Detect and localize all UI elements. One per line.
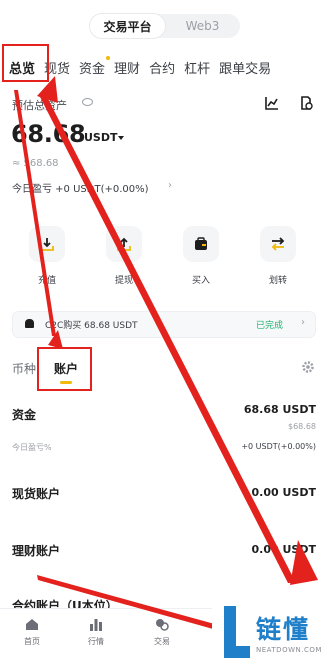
tab-earn[interactable]: 理财: [114, 58, 140, 77]
deposit-button[interactable]: [29, 226, 65, 262]
today-pnl[interactable]: 今日盈亏 +0 USDT(+0.00%): [12, 180, 149, 195]
funds-pnl-value: +0 USDT(+0.00%): [241, 442, 316, 451]
chart-icon[interactable]: [264, 95, 280, 111]
trade-icon: [156, 619, 169, 631]
watermark-domain: NEATDOWN.COM: [256, 646, 322, 654]
gear-icon[interactable]: [301, 360, 315, 374]
notice-text: C2C购买 68.68 USDT: [45, 321, 138, 331]
history-icon[interactable]: [298, 95, 314, 111]
earn-account-label[interactable]: 理财账户: [12, 542, 60, 559]
account-tabs: 总览 现货 资金 理财 合约 杠杆 跟单交易: [0, 50, 328, 84]
nav-home-label: 首页: [24, 637, 40, 646]
spot-account-value: 0.00 USDT: [251, 486, 316, 499]
subtab-coins[interactable]: 币种: [12, 360, 36, 377]
balance-unit-selector[interactable]: USDT: [84, 131, 118, 144]
caret-down-icon[interactable]: [118, 136, 124, 140]
buy-button[interactable]: [183, 226, 219, 262]
nav-market[interactable]: 行情: [76, 618, 116, 647]
tab-copy-trading[interactable]: 跟单交易: [219, 58, 271, 77]
nav-home[interactable]: 首页: [12, 618, 52, 647]
withdraw-button[interactable]: [106, 226, 142, 262]
annotation-box-accounts: [37, 347, 92, 391]
transfer-icon: [271, 237, 285, 251]
tab-funding[interactable]: 资金: [79, 55, 111, 77]
bell-icon: [25, 319, 34, 328]
platform-tab-exchange[interactable]: 交易平台: [90, 14, 165, 38]
chevron-right-icon[interactable]: ›: [301, 317, 305, 328]
transfer-label: 划转: [268, 276, 287, 286]
watermark-brand: 链懂: [256, 615, 311, 644]
transfer-button[interactable]: [260, 226, 296, 262]
funds-account-label[interactable]: 资金: [12, 406, 36, 423]
funds-account-value: 68.68 USDT: [243, 403, 316, 416]
earn-account-value: 0.00 USDT: [251, 543, 316, 556]
estimated-assets-label: 预估总资产: [12, 99, 67, 112]
funds-account-approx: $68.68: [288, 422, 316, 431]
eye-icon[interactable]: [82, 98, 93, 106]
deposit-icon: [40, 238, 54, 251]
nav-market-label: 行情: [88, 637, 104, 646]
platform-tab-web3[interactable]: Web3: [165, 14, 240, 38]
tab-funding-label: 资金: [79, 61, 106, 77]
spot-account-label[interactable]: 现货账户: [12, 485, 60, 502]
notification-dot: [106, 55, 111, 60]
notice-status: 已完成: [256, 321, 284, 331]
funds-pnl-label: 今日盈亏%: [12, 443, 52, 452]
withdraw-label: 提现: [114, 276, 133, 286]
market-icon: [90, 619, 102, 631]
tab-margin[interactable]: 杠杆: [184, 58, 210, 77]
annotation-box-overview: [2, 44, 49, 82]
deposit-label: 充值: [37, 276, 56, 286]
chevron-right-icon[interactable]: ›: [168, 180, 172, 191]
nav-trade-label: 交易: [154, 637, 170, 646]
withdraw-icon: [117, 237, 131, 251]
tab-futures[interactable]: 合约: [149, 58, 175, 77]
total-balance: 68.68: [11, 120, 86, 148]
watermark: 链懂 NEATDOWN.COM: [212, 598, 328, 668]
nav-trade[interactable]: 交易: [142, 618, 182, 647]
watermark-logo-icon: [224, 606, 250, 658]
platform-toggle: 交易平台 Web3: [90, 14, 240, 38]
buy-label: 买入: [191, 276, 210, 286]
balance-usd-approx: ≈ $68.68: [12, 158, 59, 169]
wallet-icon: [195, 237, 207, 250]
home-icon: [26, 619, 38, 630]
